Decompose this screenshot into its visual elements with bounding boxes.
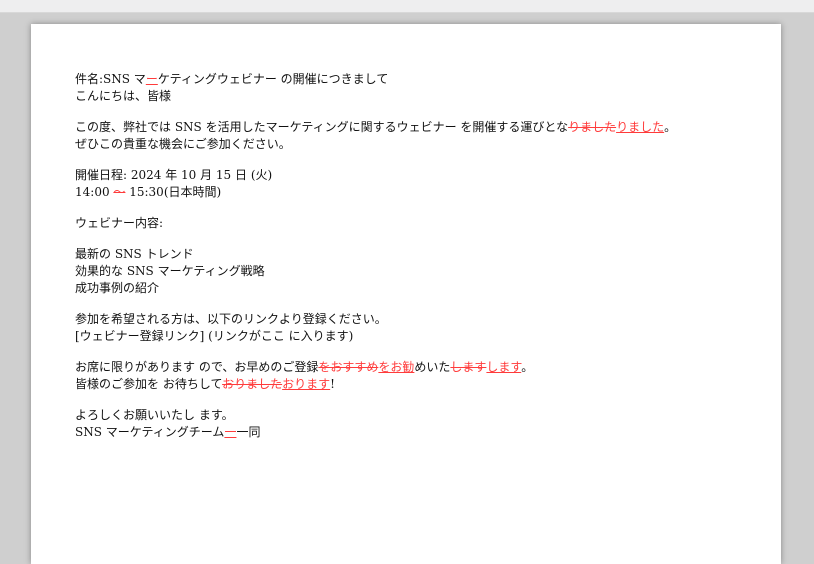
subject-text: 件名:SNS マ	[75, 72, 146, 86]
closing-text: 皆様のご参加を お待ちして	[75, 377, 223, 391]
intro-text: この度、弊社では SNS を活用したマーケティングに関するウェビナー を開催する…	[75, 120, 569, 134]
time-end: 15:30(日本時間)	[125, 185, 222, 199]
intro-line-2: ぜひこの貴重な機会にご参加ください。	[75, 137, 291, 151]
closing-line-1: お席に限りがあります ので、お早めのご登録をおすすめをお勧めいたしますします。	[75, 359, 755, 376]
closing-text-mid: めいた	[414, 360, 451, 374]
time-start: 14:00	[75, 185, 114, 199]
subject-text-rest: ケティングウェビナー の開催につきまして	[157, 72, 389, 86]
signup-line-2: [ウェビナー登録リンク] (リンクがここ に入ります)	[75, 329, 354, 343]
toolbar-strip	[0, 0, 814, 13]
intro-line-1: この度、弊社では SNS を活用したマーケティングに関するウェビナー を開催する…	[75, 119, 755, 136]
insertion-mark: ー	[145, 72, 158, 86]
document-page: 件名:SNS マーケティングウェビナー の開催につきまして こんにちは、皆様 こ…	[31, 24, 781, 564]
deletion-mark: ～	[113, 185, 126, 199]
schedule-time: 14:00 ～ 15:30(日本時間)	[75, 184, 755, 201]
list-item: 成功事例の紹介	[75, 281, 160, 295]
insertion-mark: をお勧	[378, 360, 415, 374]
closing-text: お席に限りがあります ので、お早めのご登録	[75, 360, 319, 374]
insertion-mark: おります	[282, 377, 331, 391]
deletion-mark: をおすすめ	[318, 360, 379, 374]
insertion-mark: 一	[224, 425, 237, 439]
deletion-mark: りました	[568, 120, 617, 134]
insertion-mark: りました	[616, 120, 665, 134]
subject-line: 件名:SNS マーケティングウェビナー の開催につきまして	[75, 71, 755, 88]
document-body: 件名:SNS マーケティングウェビナー の開催につきまして こんにちは、皆様 こ…	[75, 71, 755, 441]
signup-line-1: 参加を希望される方は、以下のリンクより登録ください。	[75, 312, 387, 326]
schedule-date: 開催日程: 2024 年 10 月 15 日 (火)	[75, 168, 273, 182]
intro-text-end: 。	[664, 120, 677, 134]
greeting-line: こんにちは、皆様	[75, 89, 172, 103]
insertion-mark: します	[486, 360, 522, 374]
team-text-end: 一同	[236, 425, 261, 439]
content-label: ウェビナー内容:	[75, 216, 164, 230]
closing-line-2: 皆様のご参加を お待ちしておりましたおります!	[75, 376, 755, 393]
deletion-mark: します	[450, 360, 487, 374]
closing-text-end: !	[330, 377, 335, 391]
closing-text-end: 。	[521, 360, 534, 374]
list-item: 効果的な SNS マーケティング戦略	[75, 264, 265, 278]
team-text: SNS マーケティングチーム	[75, 425, 225, 439]
team-line: SNS マーケティングチーム一一同	[75, 424, 755, 441]
deletion-mark: おりました	[222, 377, 283, 391]
signoff-line: よろしくお願いいたし ます。	[75, 408, 234, 422]
list-item: 最新の SNS トレンド	[75, 247, 194, 261]
